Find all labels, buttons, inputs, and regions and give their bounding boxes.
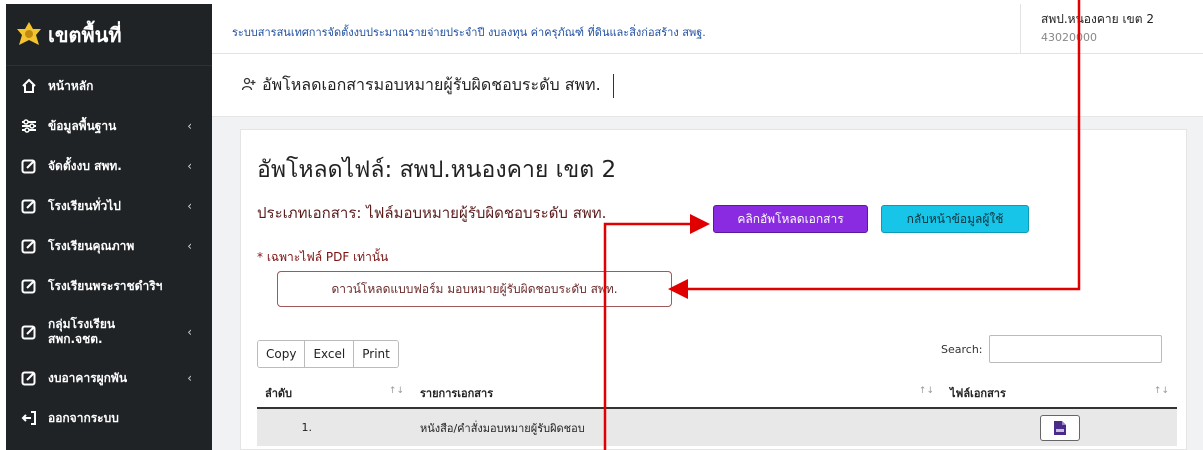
table-header-row: ลำดับ ↑↓ รายการเอกสาร ↑↓ ไฟล์เอกสาร ↑↓ xyxy=(257,378,1177,409)
print-button[interactable]: Print xyxy=(354,341,398,367)
sort-icon: ↑↓ xyxy=(1153,386,1169,396)
sidebar-item-logout[interactable]: ออกจากระบบ xyxy=(6,398,212,438)
page-header: อัพโหลดเอกสารมอบหมายผู้รับผิดชอบระดับ สพ… xyxy=(212,55,1203,117)
sidebar-item-southern-schools[interactable]: กลุ่มโรงเรียน สพก.จชต. ‹ xyxy=(6,306,212,358)
upload-card: อัพโหลดไฟล์: สพป.หนองคาย เขต 2 ประเภทเอก… xyxy=(240,129,1187,450)
top-header: ระบบสารสนเทศการจัดตั้งงบประมาณรายจ่ายประ… xyxy=(212,4,1203,54)
sort-icon: ↑↓ xyxy=(918,386,934,396)
page-title: อัพโหลดเอกสารมอบหมายผู้รับผิดชอบระดับ สพ… xyxy=(262,75,601,94)
document-type-label: ประเภทเอกสาร: ไฟล์มอบหมายผู้รับผิดชอบระด… xyxy=(257,204,607,222)
sidebar-item-label: ข้อมูลพื้นฐาน xyxy=(48,118,117,133)
sidebar-item-label: โรงเรียนคุณภาพ xyxy=(48,238,135,253)
pdf-only-note: * เฉพาะไฟล์ PDF เท่านั้น xyxy=(257,250,389,264)
home-icon xyxy=(20,77,38,95)
excel-button[interactable]: Excel xyxy=(305,341,355,367)
edit-icon xyxy=(20,237,38,255)
edit-icon xyxy=(20,277,38,295)
divider xyxy=(612,73,614,98)
pdf-file-icon xyxy=(1053,420,1066,435)
search-label: Search: xyxy=(941,342,983,356)
system-title: ระบบสารสนเทศการจัดตั้งงบประมาณรายจ่ายประ… xyxy=(232,26,706,39)
add-user-icon xyxy=(241,77,256,95)
sidebar-item-label: งบอาคารผูกพัน xyxy=(48,370,128,385)
column-header-document[interactable]: รายการเอกสาร ↑↓ xyxy=(412,378,942,409)
sidebar-item-royal-schools[interactable]: โรงเรียนพระราชดำริฯ xyxy=(6,266,212,306)
logout-icon xyxy=(20,409,38,427)
sidebar-item-building-budget[interactable]: งบอาคารผูกพัน ‹ xyxy=(6,358,212,398)
user-name: สพป.หนองคาย เขต 2 xyxy=(1041,12,1155,26)
sidebar-item-label: ออกจากระบบ xyxy=(48,410,119,425)
table-export-buttons: Copy Excel Print xyxy=(257,340,399,368)
row-number: 1. xyxy=(257,408,412,446)
table-search: Search: xyxy=(941,335,1162,363)
sidebar-item-basic-data[interactable]: ข้อมูลพื้นฐาน ‹ xyxy=(6,106,212,146)
sliders-icon xyxy=(20,117,38,135)
chevron-left-icon: ‹ xyxy=(187,325,192,339)
column-header-no[interactable]: ลำดับ ↑↓ xyxy=(257,378,412,409)
copy-button[interactable]: Copy xyxy=(258,341,306,367)
user-code: 43020000 xyxy=(1041,31,1097,44)
table-row: 1. หนังสือ/คำสั่งมอบหมายผู้รับผิดชอบ xyxy=(257,408,1177,446)
column-header-label: ไฟล์เอกสาร xyxy=(950,386,1006,400)
sidebar: เขตพื้นที่ หน้าหลัก ข้อมูลพื้นฐาน ‹ จัดต… xyxy=(6,4,212,450)
upload-title: อัพโหลดไฟล์: สพป.หนองคาย เขต 2 xyxy=(257,157,617,183)
documents-table: ลำดับ ↑↓ รายการเอกสาร ↑↓ ไฟล์เอกสาร ↑↓ 1… xyxy=(257,378,1177,446)
sidebar-item-label: กลุ่มโรงเรียน สพก.จชต. xyxy=(48,317,116,346)
sidebar-item-budget[interactable]: จัดตั้งงบ สพท. ‹ xyxy=(6,146,212,186)
sidebar-item-label: โรงเรียนพระราชดำริฯ xyxy=(48,278,163,293)
view-file-button[interactable] xyxy=(1039,414,1080,441)
chevron-left-icon: ‹ xyxy=(187,239,192,253)
upload-document-button[interactable]: คลิกอัพโหลดเอกสาร xyxy=(713,205,868,233)
logo-icon xyxy=(17,21,41,45)
column-header-file[interactable]: ไฟล์เอกสาร ↑↓ xyxy=(942,378,1177,409)
chevron-left-icon: ‹ xyxy=(187,159,192,173)
sidebar-item-general-schools[interactable]: โรงเรียนทั่วไป ‹ xyxy=(6,186,212,226)
brand-name: เขตพื้นที่ xyxy=(48,22,122,47)
sidebar-item-home[interactable]: หน้าหลัก xyxy=(6,66,212,106)
column-header-label: ลำดับ xyxy=(265,386,293,400)
back-to-user-info-button[interactable]: กลับหน้าข้อมูลผู้ใช้ xyxy=(881,205,1029,233)
file-cell xyxy=(942,408,1177,446)
main-content: อัพโหลดเอกสารมอบหมายผู้รับผิดชอบระดับ สพ… xyxy=(212,55,1203,450)
chevron-left-icon: ‹ xyxy=(187,199,192,213)
sort-icon: ↑↓ xyxy=(388,386,404,396)
edit-icon xyxy=(20,323,38,341)
brand[interactable]: เขตพื้นที่ xyxy=(6,4,212,66)
edit-icon xyxy=(20,157,38,175)
edit-icon xyxy=(20,197,38,215)
sidebar-item-quality-schools[interactable]: โรงเรียนคุณภาพ ‹ xyxy=(6,226,212,266)
download-form-button[interactable]: ดาวน์โหลดแบบฟอร์ม มอบหมายผู้รับผิดชอบระด… xyxy=(277,271,672,307)
chevron-left-icon: ‹ xyxy=(187,119,192,133)
column-header-label: รายการเอกสาร xyxy=(420,386,494,400)
sidebar-item-label: หน้าหลัก xyxy=(48,78,94,93)
sidebar-item-label: โรงเรียนทั่วไป xyxy=(48,198,121,213)
edit-icon xyxy=(20,369,38,387)
document-name: หนังสือ/คำสั่งมอบหมายผู้รับผิดชอบ xyxy=(412,408,942,446)
chevron-left-icon: ‹ xyxy=(187,371,192,385)
search-input[interactable] xyxy=(988,335,1162,363)
user-menu[interactable]: สพป.หนองคาย เขต 2 43020000 xyxy=(1020,4,1203,54)
sidebar-item-label: จัดตั้งงบ สพท. xyxy=(48,158,122,173)
